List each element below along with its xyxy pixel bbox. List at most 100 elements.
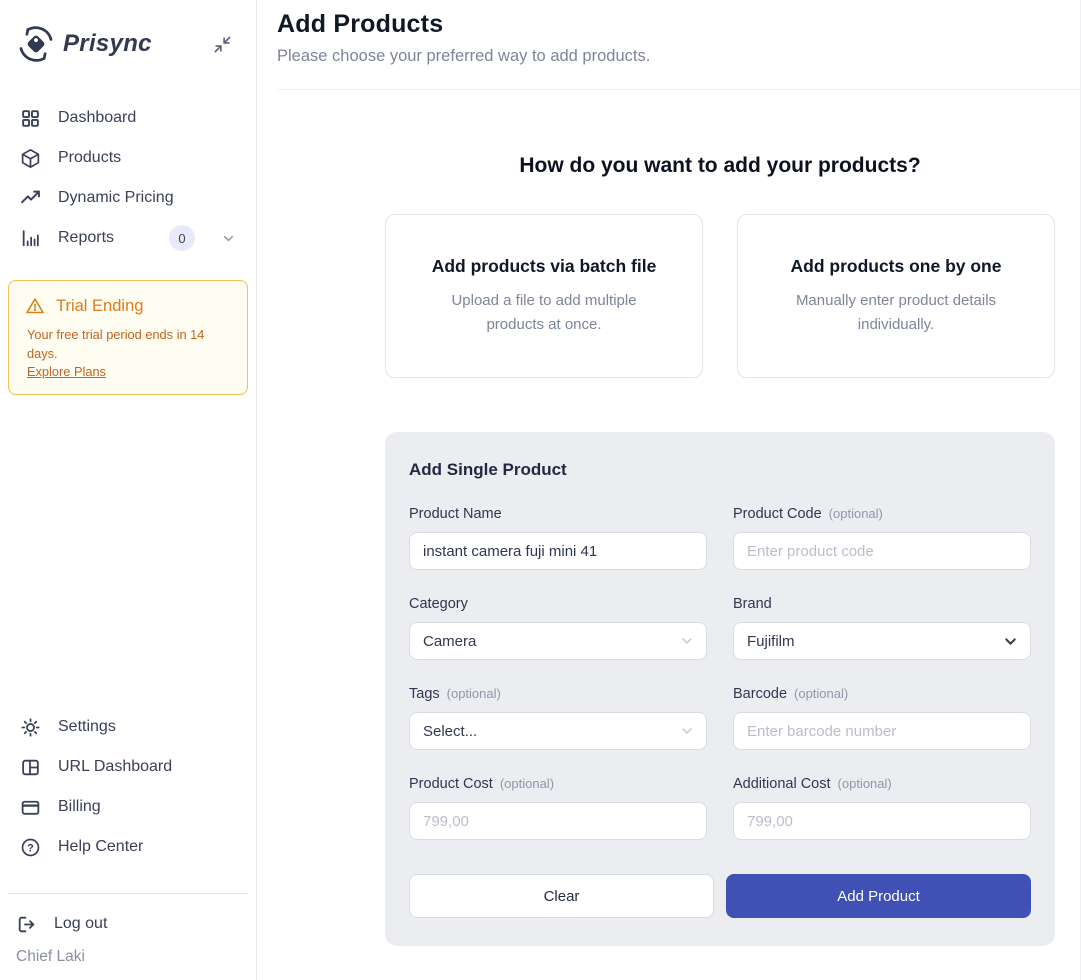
- product-cost-field: Product Cost (optional): [409, 776, 707, 840]
- product-code-label: Product Code: [733, 506, 822, 522]
- additional-cost-field: Additional Cost (optional): [733, 776, 1031, 840]
- category-select[interactable]: Camera: [409, 622, 707, 660]
- tags-field: Tags (optional) Select...: [409, 686, 707, 750]
- form-actions: Clear Add Product: [409, 874, 1031, 918]
- bar-chart-icon: [20, 228, 41, 249]
- sidebar-item-label: Dashboard: [58, 109, 136, 127]
- form-title: Add Single Product: [409, 460, 1031, 480]
- add-single-product-panel: Add Single Product Product Name Product …: [385, 432, 1055, 946]
- page-header: Add Products Please choose your preferre…: [257, 0, 1080, 66]
- sidebar-item-label: Settings: [58, 718, 116, 736]
- brand-selected-value: Fujifilm: [747, 633, 795, 650]
- chevron-down-icon: [679, 723, 695, 739]
- product-form-grid: Product Name Product Code (optional): [409, 506, 1031, 840]
- prisync-logo-icon: [16, 24, 56, 64]
- chevron-down-icon: [679, 633, 695, 649]
- trial-ending-banner: Trial Ending Your free trial period ends…: [8, 280, 248, 395]
- question-circle-icon: ?: [20, 837, 41, 858]
- sidebar: Prisync: [0, 0, 257, 980]
- sidebar-item-label: Products: [58, 149, 121, 167]
- sidebar-item-label: Reports: [58, 229, 114, 247]
- trial-message: Your free trial period ends in 14 days.: [27, 325, 209, 363]
- current-user-name: Chief Laki: [0, 944, 256, 966]
- trial-title: Trial Ending: [56, 297, 143, 316]
- trend-up-icon: [20, 188, 41, 209]
- product-cost-label: Product Cost: [409, 776, 493, 792]
- barcode-input[interactable]: [733, 712, 1031, 750]
- sidebar-item-dynamic-pricing[interactable]: Dynamic Pricing: [0, 178, 256, 218]
- credit-card-icon: [20, 797, 41, 818]
- option-description: Upload a file to add multiple products a…: [426, 289, 662, 337]
- category-label: Category: [409, 596, 468, 612]
- sidebar-item-products[interactable]: Products: [0, 138, 256, 178]
- collapse-icon: [213, 35, 232, 54]
- sidebar-divider: [8, 893, 248, 894]
- logout-label: Log out: [54, 915, 107, 933]
- category-field: Category Camera: [409, 596, 707, 660]
- barcode-label: Barcode: [733, 686, 787, 702]
- product-code-field: Product Code (optional): [733, 506, 1031, 570]
- tags-placeholder: Select...: [423, 723, 477, 740]
- svg-text:?: ?: [27, 842, 34, 854]
- optional-tag: (optional): [829, 506, 883, 521]
- chevron-down-icon[interactable]: [221, 231, 236, 246]
- sidebar-item-label: URL Dashboard: [58, 758, 172, 776]
- option-card-one-by-one[interactable]: Add products one by one Manually enter p…: [737, 214, 1055, 378]
- sidebar-item-label: Help Center: [58, 838, 143, 856]
- main-content: Add Products Please choose your preferre…: [257, 0, 1081, 980]
- secondary-nav: Settings URL Dashboard B: [0, 707, 256, 867]
- clear-button[interactable]: Clear: [409, 874, 714, 918]
- option-description: Manually enter product details individua…: [778, 289, 1014, 337]
- option-title: Add products one by one: [791, 256, 1002, 277]
- page-title: Add Products: [277, 10, 1080, 39]
- logo-wordmark: Prisync: [63, 30, 152, 58]
- collapse-sidebar-button[interactable]: [211, 33, 234, 56]
- additional-cost-label: Additional Cost: [733, 776, 831, 792]
- brand-label: Brand: [733, 596, 772, 612]
- chevron-down-icon: [1002, 633, 1019, 650]
- sidebar-item-help-center[interactable]: ? Help Center: [0, 827, 256, 867]
- logout-icon: [16, 914, 37, 935]
- sidebar-item-settings[interactable]: Settings: [0, 707, 256, 747]
- warning-triangle-icon: [25, 296, 45, 316]
- add-method-options: Add products via batch file Upload a fil…: [385, 214, 1055, 378]
- app-window: Prisync: [0, 0, 1081, 980]
- sidebar-item-label: Dynamic Pricing: [58, 189, 174, 207]
- category-selected-value: Camera: [423, 633, 476, 650]
- logout-button[interactable]: Log out: [0, 904, 256, 944]
- tags-label: Tags: [409, 686, 440, 702]
- sidebar-header: Prisync: [0, 24, 256, 64]
- gear-icon: [20, 717, 41, 738]
- content-area: How do you want to add your products? Ad…: [385, 154, 1055, 946]
- product-name-label: Product Name: [409, 506, 502, 522]
- explore-plans-link[interactable]: Explore Plans: [27, 364, 106, 379]
- layout-panel-icon: [20, 757, 41, 778]
- product-name-input[interactable]: [409, 532, 707, 570]
- sidebar-item-url-dashboard[interactable]: URL Dashboard: [0, 747, 256, 787]
- optional-tag: (optional): [447, 686, 501, 701]
- prisync-logo: Prisync: [16, 24, 152, 64]
- product-name-field: Product Name: [409, 506, 707, 570]
- barcode-field: Barcode (optional): [733, 686, 1031, 750]
- product-cost-input[interactable]: [409, 802, 707, 840]
- page-subtitle: Please choose your preferred way to add …: [277, 47, 1080, 66]
- dashboard-grid-icon: [20, 108, 41, 129]
- product-code-input[interactable]: [733, 532, 1031, 570]
- reports-count-badge: 0: [169, 225, 195, 251]
- sidebar-spacer: [0, 395, 256, 707]
- header-divider: [277, 89, 1080, 90]
- sidebar-item-dashboard[interactable]: Dashboard: [0, 98, 256, 138]
- optional-tag: (optional): [838, 776, 892, 791]
- add-method-question: How do you want to add your products?: [385, 154, 1055, 178]
- sidebar-item-reports[interactable]: Reports 0: [0, 218, 256, 258]
- optional-tag: (optional): [794, 686, 848, 701]
- primary-nav: Dashboard Products Dynam: [0, 98, 256, 258]
- sidebar-item-label: Billing: [58, 798, 101, 816]
- additional-cost-input[interactable]: [733, 802, 1031, 840]
- tags-select[interactable]: Select...: [409, 712, 707, 750]
- cube-icon: [20, 148, 41, 169]
- option-card-batch-file[interactable]: Add products via batch file Upload a fil…: [385, 214, 703, 378]
- add-product-button[interactable]: Add Product: [726, 874, 1031, 918]
- brand-select[interactable]: Fujifilm: [733, 622, 1031, 660]
- sidebar-item-billing[interactable]: Billing: [0, 787, 256, 827]
